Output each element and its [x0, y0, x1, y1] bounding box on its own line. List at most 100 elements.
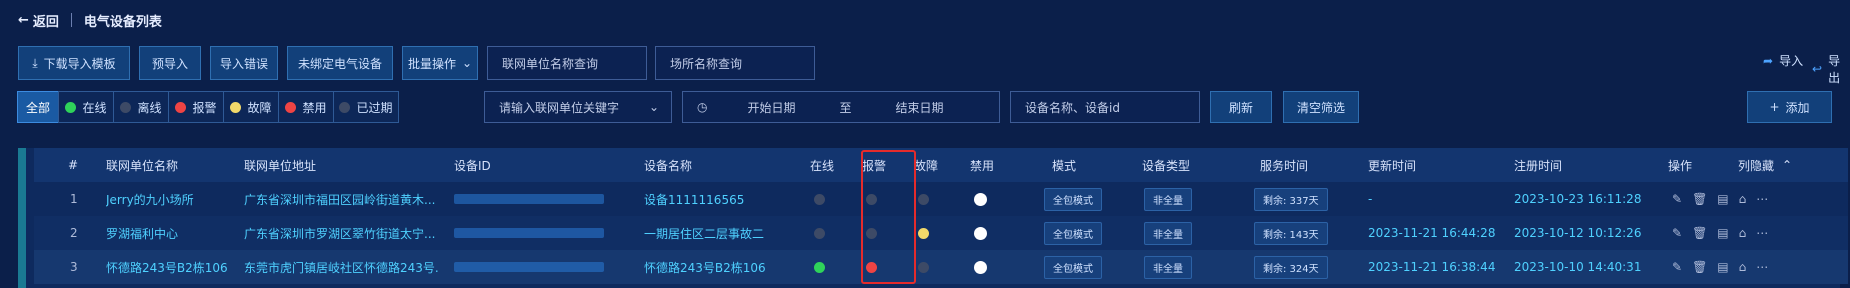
filter-disabled[interactable]: 禁用 — [278, 91, 334, 123]
chevron-down-icon: ⌄ — [461, 56, 473, 70]
trash-icon[interactable]: 🗑 — [1692, 192, 1707, 206]
site-search-input[interactable]: 场所名称查询 — [655, 46, 815, 80]
unit-name-link[interactable]: Jerry的九小场所 — [106, 182, 194, 216]
mode-tag: 全包模式 — [1044, 216, 1102, 250]
header-unit-address: 联网单位地址 — [244, 158, 317, 173]
filter-all[interactable]: 全部 — [17, 91, 59, 123]
filter-fault[interactable]: 故障 — [223, 91, 279, 123]
unbound-devices-button[interactable]: 未绑定电气设备 — [287, 46, 393, 80]
table-header: # 联网单位名称 联网单位地址 设备ID 设备名称 在线 报警 故障 禁用 模式… — [34, 148, 1848, 182]
service-time-tag: 剩余: 324天 — [1254, 250, 1328, 284]
clear-filters-label: 清空筛选 — [1296, 100, 1345, 115]
row-index: 3 — [70, 260, 78, 274]
device-table: # 联网单位名称 联网单位地址 设备ID 设备名称 在线 报警 故障 禁用 模式… — [18, 148, 1848, 288]
edit-icon[interactable]: ✎ — [1672, 226, 1682, 240]
header-service-time: 服务时间 — [1260, 158, 1309, 173]
share-icon: ➦ — [1763, 53, 1774, 68]
clear-filters-button[interactable]: 清空筛选 — [1283, 91, 1359, 123]
unit-address-text: 东莞市虎门镇居岐社区怀德路243号... — [244, 260, 440, 275]
divider — [70, 13, 72, 27]
add-button[interactable]: + 添加 — [1747, 91, 1832, 123]
unlock-icon[interactable]: ⌂ — [1739, 226, 1747, 240]
unit-keyword-select[interactable]: 请输入联网单位关键字 ⌄ — [484, 91, 672, 123]
service-time-tag: 剩余: 143天 — [1254, 216, 1328, 250]
header-disabled: 禁用 — [970, 158, 995, 173]
document-icon[interactable]: ▤ — [1717, 260, 1728, 274]
filter-all-label: 全部 — [25, 100, 50, 115]
import-label: 导入 — [1779, 54, 1804, 68]
update-time-text: 2023-11-21 16:38:44 — [1368, 260, 1496, 274]
header-index: # — [68, 158, 79, 172]
edit-icon[interactable]: ✎ — [1672, 260, 1682, 274]
row-actions: ✎ 🗑 ▤ ⌂ ⋯ — [1672, 182, 1768, 216]
table-row[interactable]: 3 怀德路243号B2栋106 东莞市虎门镇居岐社区怀德路243号... 怀德路… — [34, 250, 1848, 284]
fault-status-dot — [918, 250, 929, 284]
disabled-status-dot — [974, 250, 987, 284]
unit-name-link[interactable]: 怀德路243号B2栋106 — [106, 250, 228, 284]
import-errors-label: 导入错误 — [219, 56, 268, 71]
row-actions: ✎ 🗑 ▤ ⌂ ⋯ — [1672, 250, 1768, 284]
trash-icon[interactable]: 🗑 — [1692, 226, 1707, 240]
import-errors-button[interactable]: 导入错误 — [210, 46, 278, 80]
filter-expired[interactable]: 已过期 — [333, 91, 399, 123]
register-time-text: 2023-10-12 10:12:26 — [1514, 226, 1642, 240]
back-label: 返回 — [32, 14, 59, 30]
more-icon[interactable]: ⋯ — [1756, 260, 1768, 274]
table-row[interactable]: 1 Jerry的九小场所 广东省深圳市福田区园岭街道黄木... 设备111111… — [34, 182, 1848, 216]
arrow-left-icon: ← — [18, 12, 29, 28]
device-name-link[interactable]: 一期居住区二层事故二 — [644, 216, 764, 250]
update-time-text: 2023-11-21 16:44:28 — [1368, 226, 1496, 240]
document-icon[interactable]: ▤ — [1717, 192, 1728, 206]
add-label: 添加 — [1785, 100, 1810, 115]
online-status-dot — [814, 216, 825, 250]
unit-search-placeholder: 联网单位名称查询 — [502, 56, 599, 71]
refresh-label: 刷新 — [1228, 100, 1253, 115]
header-mode: 模式 — [1052, 158, 1077, 173]
table-row[interactable]: 2 罗湖福利中心 广东省深圳市罗湖区翠竹街道太宁... 一期居住区二层事故二 全… — [34, 216, 1848, 250]
filter-online[interactable]: 在线 — [58, 91, 114, 123]
download-template-button[interactable]: ⤓ 下载导入模板 — [18, 46, 130, 80]
plus-icon: + — [1769, 100, 1780, 114]
chevron-down-icon: ⌄ — [648, 100, 659, 114]
export-button[interactable]: ↩ 导出 — [1812, 52, 1850, 86]
device-name-link[interactable]: 怀德路243号B2栋106 — [644, 250, 766, 284]
header-unit-name: 联网单位名称 — [106, 158, 179, 173]
header-register-time: 注册时间 — [1514, 158, 1563, 173]
unit-search-input[interactable]: 联网单位名称查询 — [487, 46, 647, 80]
edit-icon[interactable]: ✎ — [1672, 192, 1682, 206]
disabled-status-dot — [974, 182, 987, 216]
unit-name-link[interactable]: 罗湖福利中心 — [106, 216, 178, 250]
date-separator: 至 — [839, 100, 852, 115]
filter-offline-label: 离线 — [137, 100, 162, 115]
filter-disabled-label: 禁用 — [302, 100, 327, 115]
register-time-text: 2023-10-23 16:11:28 — [1514, 192, 1642, 206]
refresh-button[interactable]: 刷新 — [1210, 91, 1272, 123]
more-icon[interactable]: ⋯ — [1756, 226, 1768, 240]
online-dot-icon — [65, 101, 77, 113]
unlock-icon[interactable]: ⌂ — [1739, 260, 1747, 274]
pre-import-button[interactable]: 预导入 — [139, 46, 201, 80]
device-id-redacted — [454, 182, 604, 216]
end-date-placeholder: 结束日期 — [895, 100, 944, 115]
header-online: 在线 — [810, 158, 835, 173]
document-icon[interactable]: ▤ — [1717, 226, 1728, 240]
header-hide-columns[interactable]: 列隐藏 ⌃ — [1738, 148, 1792, 182]
filter-fault-label: 故障 — [247, 100, 272, 115]
device-search-input[interactable]: 设备名称、设备id — [1010, 91, 1200, 123]
date-range-picker[interactable]: ◷ 开始日期 至 结束日期 — [682, 91, 1000, 123]
online-status-dot — [814, 182, 825, 216]
back-button[interactable]: ← 返回 — [18, 11, 59, 30]
filter-offline[interactable]: 离线 — [113, 91, 169, 123]
unlock-icon[interactable]: ⌂ — [1739, 192, 1747, 206]
device-name-link[interactable]: 设备1111116565 — [644, 182, 744, 216]
unit-address-text: 广东省深圳市罗湖区翠竹街道太宁... — [244, 226, 436, 241]
import-button[interactable]: ➦ 导入 — [1763, 52, 1803, 69]
export-label: 导出 — [1828, 54, 1841, 85]
header-fault: 故障 — [914, 158, 939, 173]
batch-ops-dropdown[interactable]: 批量操作 ⌄ — [402, 46, 478, 80]
filter-alarm[interactable]: 报警 — [168, 91, 224, 123]
trash-icon[interactable]: 🗑 — [1692, 260, 1707, 274]
more-icon[interactable]: ⋯ — [1756, 192, 1768, 206]
header-actions: 操作 — [1668, 158, 1693, 173]
mode-tag: 全包模式 — [1044, 182, 1102, 216]
